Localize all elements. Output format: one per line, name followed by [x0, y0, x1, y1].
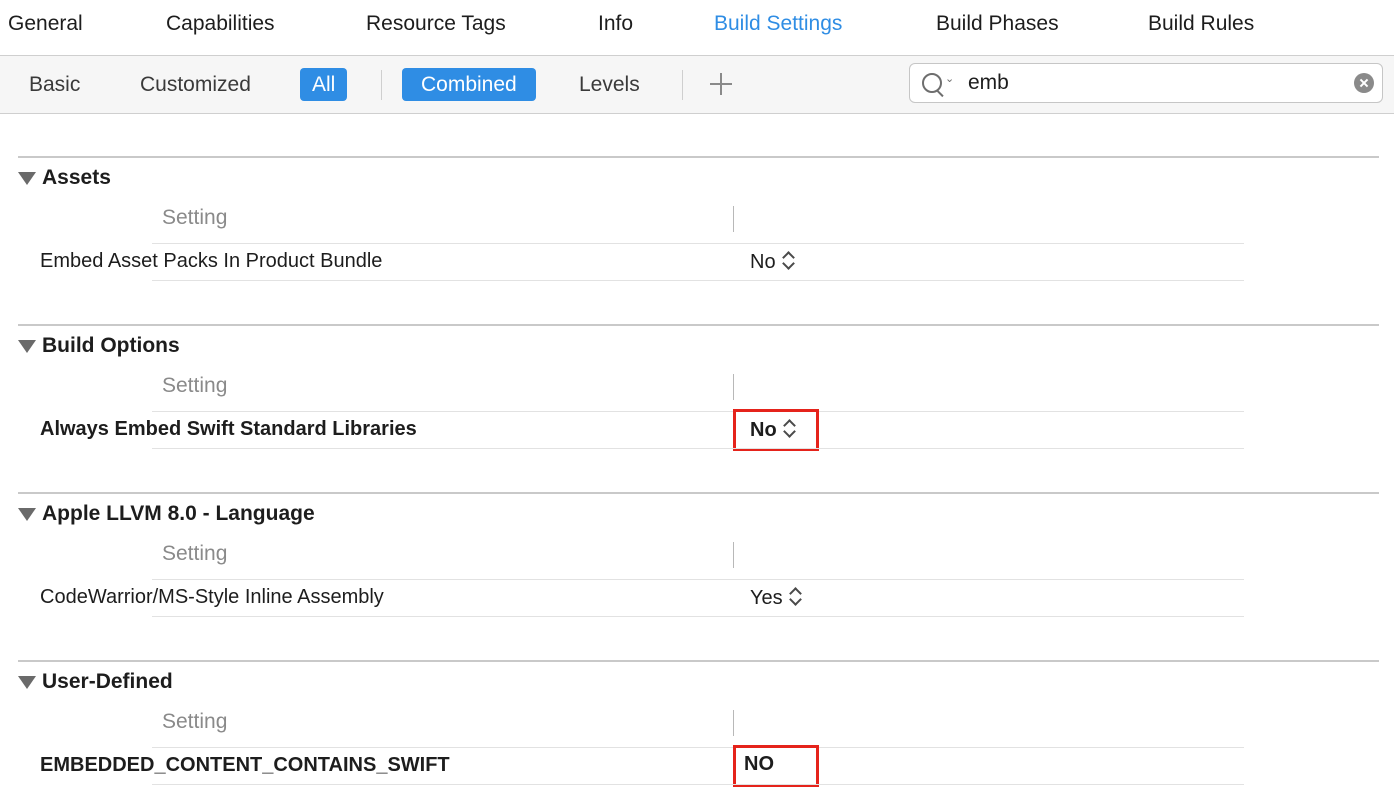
filter-bar: Basic Customized All Combined Levels ⌄	[0, 56, 1394, 114]
section-title[interactable]: User-Defined	[42, 670, 173, 694]
section-title[interactable]: Build Options	[42, 334, 180, 358]
search-field[interactable]: ⌄	[909, 63, 1383, 103]
settings-section-apple-llvm-language: Apple LLVM 8.0 - Language Setting CodeWa…	[0, 492, 1394, 660]
search-icon[interactable]	[922, 73, 942, 93]
section-divider	[18, 156, 1379, 158]
column-separator[interactable]	[733, 206, 734, 232]
tab-info[interactable]: Info	[598, 12, 633, 36]
settings-section-user-defined: User-Defined Setting EMBEDDED_CONTENT_CO…	[0, 660, 1394, 806]
clear-search-icon[interactable]	[1354, 73, 1374, 93]
row-divider	[152, 280, 1244, 281]
filter-divider	[682, 70, 683, 100]
setting-name[interactable]: Embed Asset Packs In Product Bundle	[40, 250, 382, 273]
tab-capabilities[interactable]: Capabilities	[166, 12, 275, 36]
tab-general[interactable]: General	[8, 12, 83, 36]
filter-customized-button[interactable]: Customized	[128, 68, 263, 101]
editor-tab-bar: General Capabilities Resource Tags Info …	[0, 0, 1394, 56]
highlight-annotation-box	[733, 745, 819, 787]
section-title[interactable]: Assets	[42, 166, 111, 190]
section-divider	[18, 324, 1379, 326]
row-divider	[152, 616, 1244, 617]
settings-section-build-options: Build Options Setting Always Embed Swift…	[0, 324, 1394, 492]
setting-value-text: Yes	[750, 587, 783, 609]
chevron-down-icon[interactable]: ⌄	[945, 72, 954, 85]
setting-column-header: Setting	[162, 206, 228, 229]
disclosure-triangle-icon[interactable]	[18, 340, 36, 353]
setting-column-header: Setting	[162, 374, 228, 397]
filter-all-button[interactable]: All	[300, 68, 348, 101]
setting-value-popup[interactable]: Yes	[750, 586, 801, 610]
row-divider	[152, 747, 1244, 748]
row-divider	[152, 784, 1244, 785]
setting-value-popup[interactable]: No	[750, 250, 794, 274]
up-down-chevron-icon	[789, 586, 801, 606]
column-separator[interactable]	[733, 710, 734, 736]
add-setting-plus-icon[interactable]	[707, 68, 735, 101]
view-combined-button[interactable]: Combined	[402, 68, 536, 101]
section-divider	[18, 492, 1379, 494]
setting-value-text: No	[750, 251, 776, 273]
filter-divider	[381, 70, 382, 100]
setting-column-header: Setting	[162, 542, 228, 565]
disclosure-triangle-icon[interactable]	[18, 508, 36, 521]
settings-section-assets: Assets Setting Embed Asset Packs In Prod…	[0, 156, 1394, 324]
tab-resource-tags[interactable]: Resource Tags	[366, 12, 506, 36]
section-divider	[18, 660, 1379, 662]
up-down-chevron-icon	[782, 250, 794, 270]
column-separator[interactable]	[733, 374, 734, 400]
row-divider	[152, 448, 1244, 449]
tab-build-settings[interactable]: Build Settings	[714, 12, 842, 36]
setting-name[interactable]: Always Embed Swift Standard Libraries	[40, 418, 417, 441]
tab-build-phases[interactable]: Build Phases	[936, 12, 1059, 36]
view-levels-button[interactable]: Levels	[567, 68, 652, 101]
highlight-annotation-box	[733, 409, 819, 451]
row-divider	[152, 579, 1244, 580]
setting-column-header: Setting	[162, 710, 228, 733]
disclosure-triangle-icon[interactable]	[18, 172, 36, 185]
filter-basic-button[interactable]: Basic	[17, 68, 92, 101]
row-divider	[152, 411, 1244, 412]
disclosure-triangle-icon[interactable]	[18, 676, 36, 689]
setting-name[interactable]: EMBEDDED_CONTENT_CONTAINS_SWIFT	[40, 754, 450, 777]
column-separator[interactable]	[733, 542, 734, 568]
setting-name[interactable]: CodeWarrior/MS-Style Inline Assembly	[40, 586, 384, 609]
section-title[interactable]: Apple LLVM 8.0 - Language	[42, 502, 315, 526]
tab-build-rules[interactable]: Build Rules	[1148, 12, 1254, 36]
row-divider	[152, 243, 1244, 244]
search-input[interactable]	[968, 68, 1328, 98]
